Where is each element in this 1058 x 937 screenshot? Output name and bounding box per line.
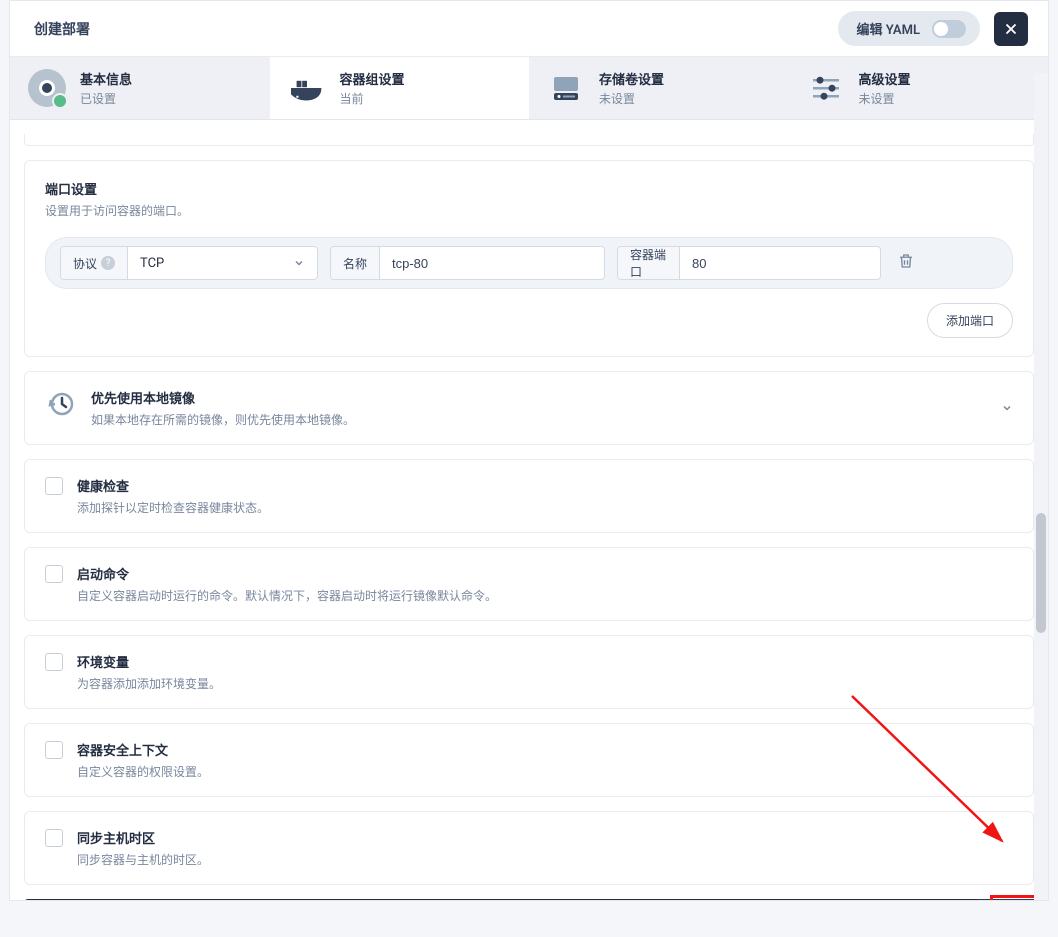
tab-advanced-sub: 未设置 [859, 90, 911, 107]
command-checkbox[interactable] [45, 565, 63, 583]
setting-security-context[interactable]: 容器安全上下文 自定义容器的权限设置。 [24, 723, 1034, 797]
close-icon [1002, 20, 1020, 38]
modal-body: 端口设置 设置用于访问容器的端口。 协议 ? TCP 名称 [10, 120, 1048, 900]
security-checkbox[interactable] [45, 741, 63, 759]
setting-local-image[interactable]: 优先使用本地镜像 如果本地存在所需的镜像，则优先使用本地镜像。 [24, 371, 1034, 445]
env-desc: 为容器添加添加环境变量。 [77, 675, 221, 692]
tab-advanced-title: 高级设置 [859, 69, 911, 88]
tab-basic-title: 基本信息 [80, 69, 132, 88]
port-section-title: 端口设置 [45, 179, 1013, 198]
chevron-down-icon [293, 257, 305, 269]
port-section-desc: 设置用于访问容器的端口。 [45, 202, 1013, 219]
close-button[interactable] [994, 12, 1028, 46]
yaml-toggle[interactable] [932, 20, 966, 38]
tab-basic-info[interactable]: 基本信息 已设置 [10, 57, 270, 119]
help-icon[interactable]: ? [101, 256, 115, 270]
health-desc: 添加探针以定时检查容器健康状态。 [77, 499, 269, 516]
env-checkbox[interactable] [45, 653, 63, 671]
scrollbar-track [1034, 73, 1048, 900]
protocol-value: TCP [140, 256, 164, 271]
port-name-label: 名称 [331, 247, 380, 279]
container-port-label: 容器端口 [618, 247, 680, 279]
local-image-title: 优先使用本地镜像 [91, 388, 355, 407]
timezone-checkbox[interactable] [45, 829, 63, 847]
strip-confirm-button[interactable] [978, 899, 1034, 900]
basic-info-icon [28, 69, 66, 107]
container-port-field: 容器端口 [617, 246, 881, 280]
command-title: 启动命令 [77, 564, 497, 583]
security-desc: 自定义容器的权限设置。 [77, 763, 209, 780]
tab-storage-settings[interactable]: 存储卷设置 未设置 [529, 57, 789, 119]
setting-env-vars[interactable]: 环境变量 为容器添加添加环境变量。 [24, 635, 1034, 709]
collapsed-panel-edge [24, 134, 1034, 146]
confirm-strip [24, 899, 1034, 900]
protocol-select[interactable]: TCP [128, 256, 317, 271]
env-title: 环境变量 [77, 652, 221, 671]
command-desc: 自定义容器启动时运行的命令。默认情况下，容器启动时将运行镜像默认命令。 [77, 587, 497, 604]
setting-sync-timezone[interactable]: 同步主机时区 同步容器与主机的时区。 [24, 811, 1034, 885]
create-deployment-modal: 创建部署 编辑 YAML 基本信息 已设置 容器组设置 [9, 0, 1049, 901]
scrollbar-thumb[interactable] [1036, 513, 1046, 633]
strip-cancel-button[interactable] [922, 899, 978, 900]
tab-storage-title: 存储卷设置 [599, 69, 664, 88]
tab-basic-sub: 已设置 [80, 90, 132, 107]
local-image-desc: 如果本地存在所需的镜像，则优先使用本地镜像。 [91, 411, 355, 428]
add-port-button[interactable]: 添加端口 [927, 303, 1013, 338]
tab-storage-sub: 未设置 [599, 90, 664, 107]
protocol-label: 协议 ? [61, 247, 128, 279]
timezone-title: 同步主机时区 [77, 828, 209, 847]
health-title: 健康检查 [77, 476, 269, 495]
health-checkbox[interactable] [45, 477, 63, 495]
tab-advanced-settings[interactable]: 高级设置 未设置 [789, 57, 1049, 119]
modal-header: 创建部署 编辑 YAML [10, 1, 1048, 57]
setting-health-check[interactable]: 健康检查 添加探针以定时检查容器健康状态。 [24, 459, 1034, 533]
edit-yaml-label: 编辑 YAML [856, 19, 920, 38]
port-settings-panel: 端口设置 设置用于访问容器的端口。 协议 ? TCP 名称 [24, 160, 1034, 357]
storage-icon [547, 69, 585, 107]
delete-port-button[interactable] [893, 248, 919, 278]
history-icon [45, 388, 77, 420]
edit-yaml-button[interactable]: 编辑 YAML [838, 11, 980, 46]
protocol-field: 协议 ? TCP [60, 246, 318, 280]
chevron-down-icon [1001, 402, 1013, 414]
modal-title: 创建部署 [34, 19, 90, 39]
tab-container-title: 容器组设置 [340, 69, 405, 88]
step-tabs: 基本信息 已设置 容器组设置 当前 存储卷设置 未设置 [10, 57, 1048, 120]
setting-startup-command[interactable]: 启动命令 自定义容器启动时运行的命令。默认情况下，容器启动时将运行镜像默认命令。 [24, 547, 1034, 621]
port-row: 协议 ? TCP 名称 容器端口 [45, 237, 1013, 289]
tab-container-settings[interactable]: 容器组设置 当前 [270, 57, 530, 119]
port-name-field: 名称 [330, 246, 605, 280]
security-title: 容器安全上下文 [77, 740, 209, 759]
port-name-input[interactable] [380, 247, 604, 279]
trash-icon [897, 252, 915, 270]
container-icon [288, 69, 326, 107]
tab-container-sub: 当前 [340, 90, 405, 107]
container-port-input[interactable] [680, 247, 880, 279]
advanced-icon [807, 69, 845, 107]
timezone-desc: 同步容器与主机的时区。 [77, 851, 209, 868]
